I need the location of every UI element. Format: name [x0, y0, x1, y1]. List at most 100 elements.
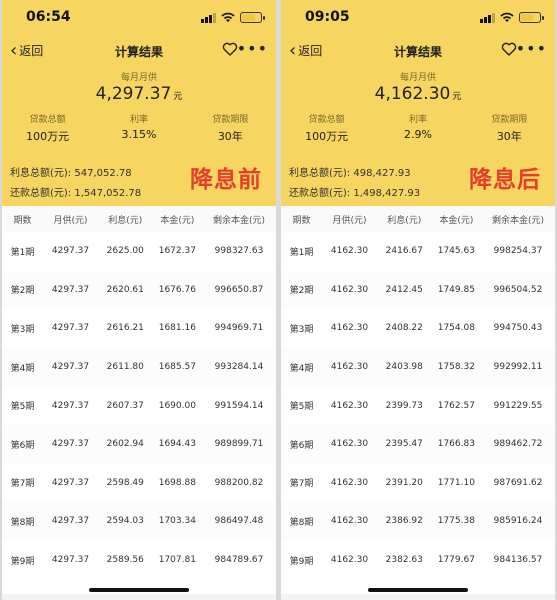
heart-icon[interactable] — [222, 41, 238, 57]
battery-icon — [240, 12, 265, 23]
cell-monthly: 4162.30 — [322, 270, 377, 310]
table-row: 第2期 4162.30 2412.45 1749.85 996504.52 — [281, 270, 555, 310]
loan-term: 贷款期限 30年 — [185, 112, 276, 144]
cell-principal: 1681.16 — [152, 309, 202, 348]
partial-row — [281, 594, 555, 600]
more-icon[interactable]: ••• — [516, 39, 547, 58]
cell-period: 第9期 — [281, 540, 323, 580]
summary-header: 06:54 ‹ 返回 计算结果 ••• 每月月供 4,297.37 元 贷款总额 … — [2, 0, 276, 206]
cell-principal: 1779.67 — [431, 540, 481, 580]
table-row: 第1期 4297.37 2625.00 1672.37 998327.63 — [2, 232, 276, 271]
table-row: 第7期 4297.37 2598.49 1698.88 988200.82 — [2, 463, 276, 503]
table-row: 第8期 4162.30 2386.92 1775.38 985916.24 — [281, 502, 555, 541]
status-bar: 09:05 — [281, 0, 555, 34]
status-time: 06:54 — [26, 9, 71, 25]
monthly-payment-unit: 元 — [452, 92, 462, 102]
cell-interest: 2611.80 — [97, 347, 153, 387]
cell-period: 第2期 — [2, 270, 44, 310]
cell-principal: 1676.76 — [152, 270, 202, 310]
table-row: 第3期 4162.30 2408.22 1754.08 994750.43 — [281, 309, 555, 348]
cell-monthly: 4297.37 — [43, 502, 98, 541]
interest-total: 利息总额(元): 498,427.93 — [289, 168, 411, 179]
cell-period: 第3期 — [2, 309, 44, 348]
col-period: 期数 — [13, 215, 32, 226]
table-row: 第9期 4162.30 2382.63 1779.67 984136.57 — [281, 540, 555, 580]
col-principal: 本金(元) — [160, 215, 195, 226]
comparison-badge: 降息后 — [469, 167, 541, 193]
cell-monthly: 4297.37 — [43, 463, 98, 503]
cell-period: 第8期 — [2, 502, 44, 541]
interest-rate-label: 利率 — [408, 115, 427, 125]
loan-term: 贷款期限 30年 — [464, 112, 555, 144]
interest-rate: 利率 2.9% — [372, 112, 463, 144]
cell-principal: 1766.83 — [431, 424, 481, 464]
nav-bar: ‹ 返回 计算结果 ••• — [2, 34, 276, 68]
loan-amount-value: 100万元 — [305, 130, 349, 143]
cell-interest: 2399.73 — [376, 386, 432, 425]
col-remaining: 剩余本金(元) — [212, 215, 266, 226]
monthly-payment-label: 每月月供 — [120, 73, 157, 83]
cell-interest: 2594.03 — [97, 502, 153, 541]
comparison-badge: 降息前 — [190, 167, 262, 193]
wifi-icon — [221, 12, 235, 22]
signal-icon — [480, 13, 495, 23]
cell-period: 第6期 — [281, 424, 323, 464]
cell-period: 第5期 — [281, 386, 323, 425]
cell-remaining: 994969.71 — [202, 309, 276, 348]
cell-monthly: 4162.30 — [322, 347, 377, 387]
schedule-table: 期数 月供(元) 利息(元) 本金(元) 剩余本金(元) 第1期 4297.37 2… — [2, 206, 276, 580]
repayment-total: 还款总额(元): 1,547,052.78 — [10, 188, 142, 199]
table-header-row: 期数 月供(元) 利息(元) 本金(元) 剩余本金(元) — [281, 206, 555, 232]
cell-period: 第8期 — [281, 502, 323, 541]
status-icons — [480, 12, 544, 23]
cell-period: 第1期 — [281, 232, 323, 271]
cell-interest: 2607.37 — [97, 386, 153, 425]
col-principal: 本金(元) — [439, 215, 474, 226]
monthly-payment-value: 4,297.37 元 — [2, 84, 276, 104]
home-indicator[interactable] — [368, 588, 468, 592]
monthly-payment-amount: 4,297.37 — [95, 84, 172, 104]
cell-remaining: 992992.11 — [481, 347, 555, 387]
cell-remaining: 989462.72 — [481, 424, 555, 464]
cell-monthly: 4297.37 — [43, 540, 98, 580]
cell-monthly: 4297.37 — [43, 270, 98, 310]
cell-principal: 1672.37 — [152, 232, 202, 271]
cell-interest: 2408.22 — [376, 309, 432, 348]
cell-remaining: 988200.82 — [202, 463, 276, 503]
cell-remaining: 984136.57 — [481, 540, 555, 580]
loan-term-value: 30年 — [496, 130, 522, 143]
more-icon[interactable]: ••• — [237, 39, 268, 58]
monthly-payment-value: 4,162.30 元 — [281, 84, 555, 104]
heart-icon[interactable] — [501, 41, 517, 57]
interest-rate-label: 利率 — [129, 115, 148, 125]
cell-principal: 1707.81 — [152, 540, 202, 580]
table-row: 第6期 4297.37 2602.94 1694.43 989899.71 — [2, 424, 276, 464]
signal-icon — [201, 13, 216, 23]
home-indicator[interactable] — [89, 588, 189, 592]
interest-rate: 利率 3.15% — [93, 112, 184, 144]
loan-term-value: 30年 — [217, 130, 243, 143]
cell-principal: 1698.88 — [152, 463, 202, 503]
status-bar: 06:54 — [2, 0, 276, 34]
cell-principal: 1685.57 — [152, 347, 202, 387]
cell-interest: 2625.00 — [97, 232, 153, 271]
status-icons — [201, 12, 265, 23]
cell-remaining: 989899.71 — [202, 424, 276, 464]
table-row: 第4期 4297.37 2611.80 1685.57 993284.14 — [2, 347, 276, 387]
battery-icon — [519, 12, 544, 23]
loan-info-row: 贷款总额 100万元 利率 2.9% 贷款期限 30年 — [281, 112, 555, 144]
cell-interest: 2589.56 — [97, 540, 153, 580]
cell-remaining: 998254.37 — [481, 232, 555, 271]
cell-period: 第4期 — [281, 347, 323, 387]
loan-amount: 贷款总额 100万元 — [281, 112, 372, 144]
cell-principal: 1775.38 — [431, 502, 481, 541]
loan-term-label: 贷款期限 — [491, 115, 528, 125]
repayment-total: 还款总额(元): 1,498,427.93 — [289, 188, 421, 199]
col-interest: 利息(元) — [387, 215, 422, 226]
cell-interest: 2403.98 — [376, 347, 432, 387]
table-row: 第2期 4297.37 2620.61 1676.76 996650.87 — [2, 270, 276, 310]
cell-remaining: 994750.43 — [481, 309, 555, 348]
cell-remaining: 998327.63 — [202, 232, 276, 271]
col-monthly: 月供(元) — [53, 215, 88, 226]
status-time: 09:05 — [305, 9, 350, 25]
